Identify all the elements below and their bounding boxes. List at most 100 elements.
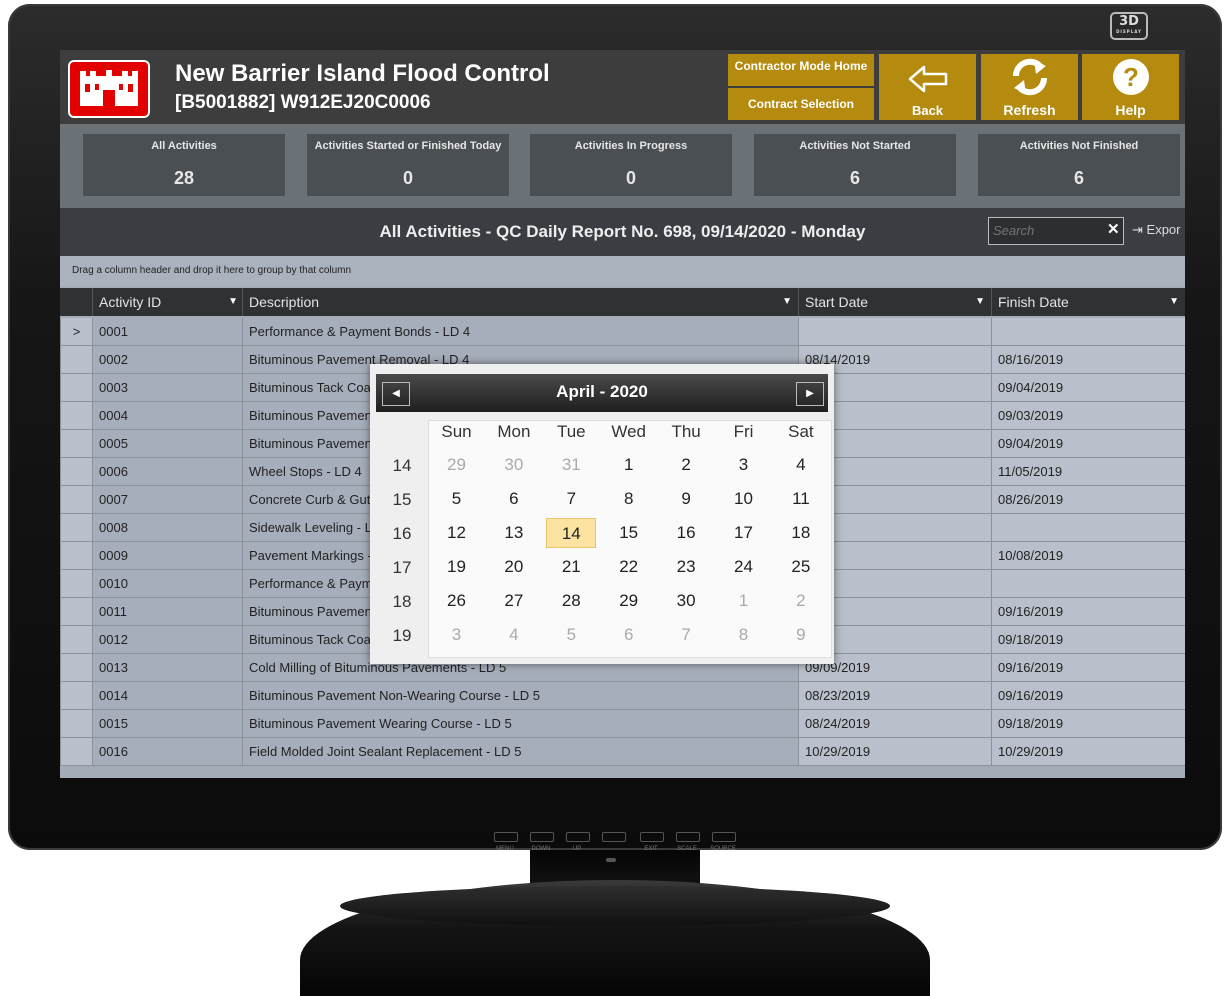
calendar-day[interactable]: 10 bbox=[715, 484, 772, 514]
calendar-day[interactable]: 18 bbox=[772, 518, 829, 548]
table-row[interactable]: 0016 Field Molded Joint Sealant Replaceme… bbox=[60, 738, 1185, 766]
monitor-hw-button[interactable] bbox=[494, 832, 518, 842]
calendar-day[interactable]: 13 bbox=[485, 518, 542, 548]
monitor-hw-button[interactable] bbox=[602, 832, 626, 842]
row-indicator[interactable]: > bbox=[60, 318, 92, 346]
calendar-day[interactable]: 4 bbox=[772, 450, 829, 480]
calendar-day[interactable]: 28 bbox=[543, 586, 600, 616]
calendar-day[interactable]: 5 bbox=[543, 620, 600, 650]
row-indicator[interactable] bbox=[60, 514, 92, 542]
cell-activity-id: 0002 bbox=[92, 346, 242, 374]
calendar-day[interactable]: 7 bbox=[658, 620, 715, 650]
row-indicator[interactable] bbox=[60, 346, 92, 374]
calendar-day[interactable]: 1 bbox=[715, 586, 772, 616]
column-header-finish-date[interactable]: Finish Date ▼ bbox=[991, 288, 1185, 316]
calendar-day[interactable]: 30 bbox=[485, 450, 542, 480]
calendar-day[interactable]: 16 bbox=[658, 518, 715, 548]
column-header-start-date[interactable]: Start Date ▼ bbox=[798, 288, 991, 316]
badge-display-text: DISPLAY bbox=[1116, 29, 1142, 34]
next-month-button[interactable]: ▶ bbox=[796, 382, 824, 406]
calendar-day[interactable]: 6 bbox=[485, 484, 542, 514]
calendar-day[interactable]: 11 bbox=[772, 484, 829, 514]
table-row[interactable]: 0014 Bituminous Pavement Non-Wearing Cour… bbox=[60, 682, 1185, 710]
monitor-hw-button[interactable] bbox=[712, 832, 736, 842]
clear-search-icon[interactable]: ✕ bbox=[1107, 220, 1120, 238]
calendar-day[interactable]: 2 bbox=[658, 450, 715, 480]
calendar-day[interactable]: 7 bbox=[543, 484, 600, 514]
calendar-day[interactable]: 31 bbox=[543, 450, 600, 480]
stat-in-progress[interactable]: Activities In Progress 0 bbox=[530, 134, 732, 196]
calendar-day[interactable]: 4 bbox=[485, 620, 542, 650]
row-indicator[interactable] bbox=[60, 374, 92, 402]
column-header-activity-id[interactable]: Activity ID ▼ bbox=[92, 288, 244, 316]
help-button[interactable]: ? Help bbox=[1082, 54, 1179, 120]
column-header-description[interactable]: Description ▼ bbox=[242, 288, 798, 316]
calendar-day[interactable]: 14 bbox=[546, 518, 597, 548]
svg-text:?: ? bbox=[1123, 62, 1139, 92]
row-indicator[interactable] bbox=[60, 402, 92, 430]
row-indicator[interactable] bbox=[60, 682, 92, 710]
contract-selection-button[interactable]: Contract Selection bbox=[728, 88, 874, 120]
export-button[interactable]: ⇥ Expor bbox=[1132, 222, 1181, 238]
calendar-day[interactable]: 21 bbox=[543, 552, 600, 582]
row-indicator[interactable] bbox=[60, 598, 92, 626]
calendar-month-title[interactable]: April - 2020 bbox=[376, 382, 828, 402]
row-indicator[interactable] bbox=[60, 486, 92, 514]
cell-finish-date bbox=[991, 514, 1185, 542]
calendar-day[interactable]: 23 bbox=[658, 552, 715, 582]
calendar-day[interactable]: 8 bbox=[600, 484, 657, 514]
calendar-day[interactable]: 8 bbox=[715, 620, 772, 650]
calendar-day[interactable]: 3 bbox=[715, 450, 772, 480]
calendar-day[interactable]: 19 bbox=[428, 552, 485, 582]
refresh-button[interactable]: Refresh bbox=[981, 54, 1078, 120]
table-row[interactable]: 0015 Bituminous Pavement Wearing Course -… bbox=[60, 710, 1185, 738]
calendar-day[interactable]: 26 bbox=[428, 586, 485, 616]
calendar-day[interactable]: 20 bbox=[485, 552, 542, 582]
calendar-day[interactable]: 29 bbox=[600, 586, 657, 616]
stat-not-finished[interactable]: Activities Not Finished 6 bbox=[978, 134, 1180, 196]
monitor-hw-button[interactable] bbox=[676, 832, 700, 842]
monitor-hw-button[interactable] bbox=[566, 832, 590, 842]
calendar-day[interactable]: 24 bbox=[715, 552, 772, 582]
monitor-hw-button[interactable] bbox=[530, 832, 554, 842]
stat-started-or-finished-today[interactable]: Activities Started or Finished Today 0 bbox=[307, 134, 509, 196]
stat-not-started[interactable]: Activities Not Started 6 bbox=[754, 134, 956, 196]
cell-activity-id: 0005 bbox=[92, 430, 242, 458]
search-input[interactable] bbox=[989, 218, 1103, 242]
row-indicator[interactable] bbox=[60, 710, 92, 738]
row-indicator[interactable] bbox=[60, 654, 92, 682]
calendar-day[interactable]: 9 bbox=[658, 484, 715, 514]
row-indicator[interactable] bbox=[60, 430, 92, 458]
filter-icon[interactable]: ▼ bbox=[228, 288, 238, 316]
monitor-hw-button[interactable] bbox=[640, 832, 664, 842]
calendar-day[interactable]: 17 bbox=[715, 518, 772, 548]
row-indicator[interactable] bbox=[60, 570, 92, 598]
calendar-day[interactable]: 22 bbox=[600, 552, 657, 582]
group-by-drop-area[interactable]: Drag a column header and drop it here to… bbox=[60, 256, 1185, 286]
calendar-day[interactable]: 30 bbox=[658, 586, 715, 616]
calendar-day[interactable]: 1 bbox=[600, 450, 657, 480]
row-indicator[interactable] bbox=[60, 458, 92, 486]
calendar-day[interactable]: 29 bbox=[428, 450, 485, 480]
row-indicator[interactable] bbox=[60, 542, 92, 570]
calendar-day[interactable]: 27 bbox=[485, 586, 542, 616]
contractor-mode-home-button[interactable]: Contractor Mode Home bbox=[728, 54, 874, 86]
calendar-day[interactable]: 9 bbox=[772, 620, 829, 650]
filter-icon[interactable]: ▼ bbox=[1169, 288, 1179, 316]
calendar-day[interactable]: 15 bbox=[600, 518, 657, 548]
calendar-day[interactable]: 6 bbox=[600, 620, 657, 650]
back-button[interactable]: Back bbox=[879, 54, 976, 120]
calendar-day[interactable]: 3 bbox=[428, 620, 485, 650]
calendar-day[interactable]: 5 bbox=[428, 484, 485, 514]
calendar-day[interactable]: 12 bbox=[428, 518, 485, 548]
cell-finish-date: 10/29/2019 bbox=[991, 738, 1185, 766]
row-indicator[interactable] bbox=[60, 738, 92, 766]
calendar-day[interactable]: 25 bbox=[772, 552, 829, 582]
stat-all-activities[interactable]: All Activities 28 bbox=[83, 134, 285, 196]
row-indicator[interactable] bbox=[60, 626, 92, 654]
table-row[interactable]: >0001 Performance & Payment Bonds - LD 4 bbox=[60, 318, 1185, 346]
filter-icon[interactable]: ▼ bbox=[782, 288, 792, 316]
filter-icon[interactable]: ▼ bbox=[975, 288, 985, 316]
calendar-day[interactable]: 2 bbox=[772, 586, 829, 616]
stat-value: 6 bbox=[849, 168, 860, 188]
